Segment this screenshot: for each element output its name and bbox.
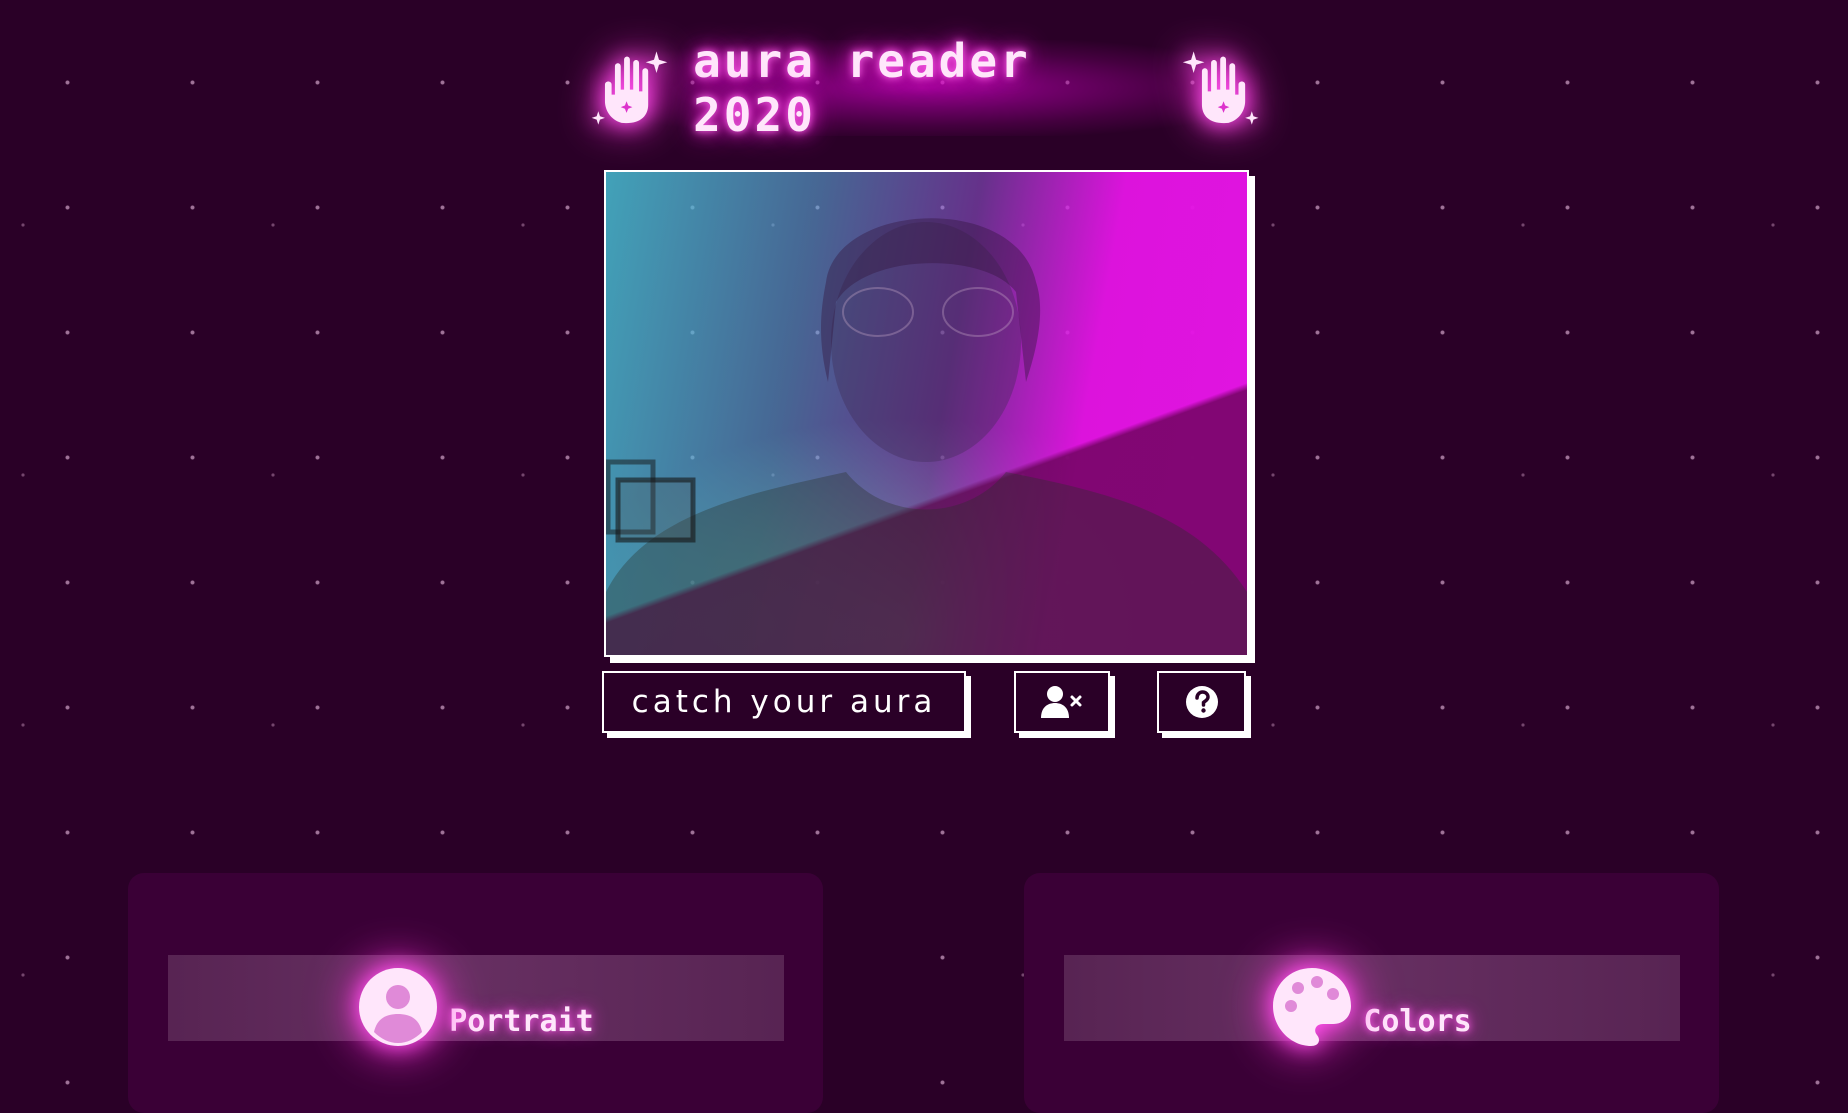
app-title: aura reader 2020 xyxy=(693,34,1031,142)
palette-icon xyxy=(1273,968,1352,1046)
sparkle-hand-icon xyxy=(591,51,668,125)
portrait-label: Portrait xyxy=(449,1003,594,1039)
person-silhouette xyxy=(606,218,1247,655)
catch-aura-button[interactable]: catch your aura xyxy=(602,671,966,733)
portrait-tab[interactable]: Portrait xyxy=(128,957,823,1057)
user-circle-icon xyxy=(359,968,438,1046)
user-remove-icon xyxy=(1041,686,1082,718)
webcam-feed xyxy=(604,170,1249,657)
help-button[interactable] xyxy=(1157,671,1246,733)
colors-tab[interactable]: Colors xyxy=(1024,957,1719,1057)
sparkle-hand-icon xyxy=(1182,51,1259,125)
colors-label: Colors xyxy=(1363,1003,1472,1039)
question-circle-icon xyxy=(1185,686,1218,718)
app-header: aura reader 2020 xyxy=(590,34,1260,142)
portrait-panel: Portrait xyxy=(128,873,823,1113)
colors-panel: Colors xyxy=(1024,873,1719,1113)
remove-user-button[interactable] xyxy=(1014,671,1110,733)
